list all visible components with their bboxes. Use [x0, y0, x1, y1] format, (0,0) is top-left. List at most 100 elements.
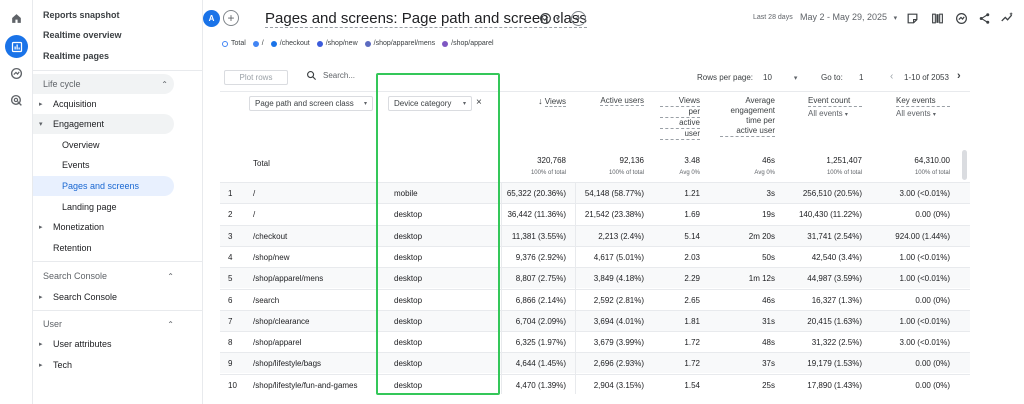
compare-icon[interactable] [929, 10, 945, 26]
section-user[interactable]: User ⌃ [43, 314, 174, 334]
title-status-control[interactable]: ▾ [539, 12, 560, 25]
nav-engagement[interactable]: ▾ Engagement [33, 114, 174, 134]
nav-reports-snapshot[interactable]: Reports snapshot [33, 5, 174, 25]
insights-icon[interactable] [953, 10, 969, 26]
plot-rows-button[interactable]: Plot rows [224, 70, 288, 85]
cell-page-path[interactable]: /shop/new [253, 253, 289, 262]
share-icon[interactable] [976, 10, 992, 26]
caret-right-icon: ▸ [39, 224, 43, 231]
caret-down-icon: ▾ [932, 112, 936, 118]
event-filter-select[interactable]: All events ▾ [808, 109, 862, 120]
prev-page-icon[interactable]: ‹ [890, 71, 893, 82]
table-row[interactable]: 8/shop/apparel desktop 6,325 (1.97%) 3,679 … [220, 331, 970, 352]
cell-page-path[interactable]: /shop/lifestyle/fun-and-games [253, 381, 358, 390]
cell-page-path[interactable]: / [253, 210, 255, 219]
cell-key-events: 1.00 (<0.01%) [899, 316, 950, 326]
nav-realtime-overview[interactable]: Realtime overview [33, 25, 174, 45]
table-row[interactable]: 9/shop/lifestyle/bags desktop 4,644 (1.45%… [220, 352, 970, 374]
caret-right-icon: ▸ [39, 362, 43, 369]
secondary-dimension-select[interactable]: Device category ▾ [388, 96, 472, 111]
nav-realtime-pages[interactable]: Realtime pages [33, 46, 174, 66]
goto-input[interactable]: 1 [859, 73, 863, 82]
nav-monetization[interactable]: ▸ Monetization [33, 217, 174, 237]
total-event-count: 1,251,407 100% of total [826, 156, 862, 176]
explore-icon[interactable] [8, 65, 25, 82]
legend-item[interactable]: /checkout [270, 40, 310, 47]
add-comparison-icon[interactable]: + [223, 10, 239, 26]
column-header-views-per-user[interactable]: Views per active user [660, 96, 700, 140]
table-row[interactable]: 2/desktop 36,442 (11.36%) 21,542 (23.38%) 1… [220, 203, 970, 224]
cell-views-per-user: 2.29 [684, 274, 700, 284]
column-header-key-events[interactable]: Key events All events ▾ [880, 96, 950, 120]
notes-icon[interactable] [904, 10, 920, 26]
legend-item[interactable]: /shop/new [316, 40, 358, 47]
nav-pages-and-screens[interactable]: Pages and screens [33, 176, 174, 196]
caret-right-icon: ▸ [39, 341, 43, 348]
cell-page-path[interactable]: /checkout [253, 232, 287, 241]
nav-search-console[interactable]: ▸ Search Console [33, 287, 174, 307]
next-page-icon[interactable]: › [957, 70, 961, 82]
cell-page-path[interactable]: /shop/apparel [253, 338, 301, 347]
comparison-avatar[interactable]: A [203, 10, 220, 27]
primary-dimension-select[interactable]: Page path and screen class ▾ [249, 96, 373, 111]
table-row[interactable]: 7/shop/clearance desktop 6,704 (2.09%) 3,69… [220, 309, 970, 331]
table-scrollbar[interactable] [962, 150, 967, 180]
caret-down-icon: ▾ [793, 75, 798, 82]
search-input[interactable]: Search... [323, 71, 355, 80]
nav-tech[interactable]: ▸ Tech [33, 355, 174, 375]
table-row[interactable]: 5/shop/apparel/mens desktop 8,807 (2.75%) 3… [220, 267, 970, 289]
cell-page-path[interactable]: /search [253, 296, 279, 305]
cell-avg-time: 50s [762, 252, 775, 262]
table-row[interactable]: 6/search desktop 6,866 (2.14%) 2,592 (2.81%… [220, 288, 970, 310]
sidebar-divider [33, 70, 203, 71]
cell-device-category: desktop [394, 231, 423, 241]
cell-avg-time: 37s [762, 359, 775, 369]
cell-page-path[interactable]: /shop/apparel/mens [253, 274, 323, 283]
table-row[interactable]: 10/shop/lifestyle/fun-and-games desktop 4,… [220, 373, 970, 395]
legend-item[interactable]: /shop/apparel/mens [364, 40, 435, 47]
nav-overview[interactable]: Overview [33, 135, 174, 155]
caret-right-icon: ▸ [39, 101, 43, 108]
cell-page-path[interactable]: /shop/clearance [253, 317, 309, 326]
nav-user-attributes[interactable]: ▸ User attributes [33, 334, 174, 354]
nav-acquisition-label: Acquisition [53, 99, 97, 109]
legend-item[interactable]: / [252, 40, 264, 47]
table-search[interactable]: Search... [306, 70, 355, 81]
chevron-down-icon: ▾ [556, 15, 560, 23]
cell-page-path[interactable]: /shop/lifestyle/bags [253, 359, 321, 368]
cell-active-users: 3,694 (4.01%) [593, 316, 644, 326]
cell-views-per-user: 1.54 [684, 380, 700, 390]
date-range-picker[interactable]: May 2 - May 29, 2025 ▾ [800, 12, 897, 22]
table-row[interactable]: 4/shop/new desktop 9,376 (2.92%) 4,617 (5.0… [220, 245, 970, 267]
nav-retention[interactable]: Retention [33, 238, 174, 258]
advertising-icon[interactable] [8, 92, 25, 109]
remove-dimension-icon[interactable]: × [476, 97, 482, 108]
sidebar: Reports snapshot Realtime overview Realt… [33, 0, 203, 404]
trend-sparkle-icon[interactable] [999, 10, 1015, 26]
rows-per-page-select[interactable]: 10 ▾ [763, 73, 797, 82]
column-header-event-count[interactable]: Event count All events ▾ [792, 96, 862, 120]
nav-landing-page[interactable]: Landing page [33, 197, 174, 217]
column-header-views[interactable]: ↓ Views [516, 96, 566, 107]
nav-events[interactable]: Events [33, 155, 174, 175]
cell-event-count: 19,179 (1.53%) [807, 359, 862, 369]
key-event-filter-select[interactable]: All events ▾ [896, 109, 950, 120]
reports-icon[interactable] [5, 35, 28, 58]
section-lifecycle[interactable]: Life cycle ⌃ [33, 74, 174, 94]
column-header-avg-engagement-time[interactable]: Average engagement time per active user [720, 96, 775, 137]
legend-item[interactable]: /shop/apparel [442, 40, 494, 47]
legend-item[interactable]: Total [222, 40, 246, 47]
table-row[interactable]: 3/checkout desktop 11,381 (3.55%) 2,213 (2.… [220, 224, 970, 246]
cell-active-users: 21,542 (23.38%) [584, 210, 644, 220]
cell-page-path[interactable]: / [253, 189, 255, 198]
cell-avg-time: 25s [762, 380, 775, 390]
column-header-active-users[interactable]: Active users [582, 96, 644, 106]
nav-acquisition[interactable]: ▸ Acquisition [33, 94, 174, 114]
home-icon[interactable] [8, 10, 25, 27]
sort-arrow-down-icon: ↓ [538, 96, 543, 106]
cell-key-events: 1.00 (<0.01%) [899, 252, 950, 262]
add-dimension-icon[interactable]: + [571, 11, 586, 26]
section-search-console[interactable]: Search Console ⌃ [43, 266, 174, 286]
table-row[interactable]: 1/mobile 65,322 (20.36%) 54,148 (58.77%) 1.… [220, 182, 970, 203]
legend-dot [442, 40, 449, 47]
